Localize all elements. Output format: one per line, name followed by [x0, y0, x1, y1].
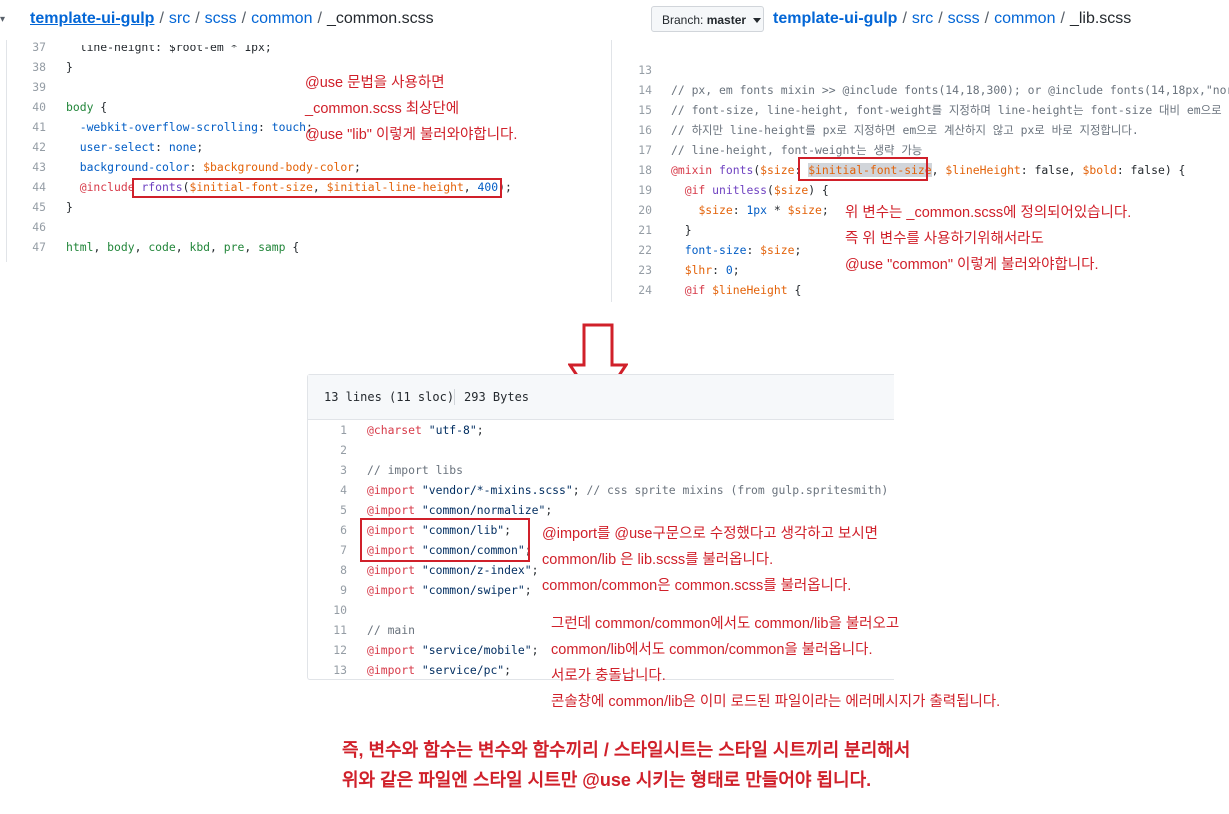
line-number: 11 [333, 623, 347, 637]
code-line: @import "common/normalize"; [367, 503, 553, 517]
highlight-box-initial-font-size [798, 157, 928, 181]
path-src-right[interactable]: src [912, 10, 933, 27]
annotation-use-common: 위 변수는 _common.scss에 정의되어있습니다. 즉 위 변수를 사용… [845, 205, 1132, 273]
line-number: 41 [32, 120, 46, 134]
line-number: 21 [638, 223, 652, 237]
code-line: @mixin fonts($size: $initial-font-size, … [671, 163, 1186, 177]
line-number: 13 [333, 663, 347, 677]
line-number: 14 [638, 83, 652, 97]
line-number: 22 [638, 243, 652, 257]
line-number: 7 [340, 543, 347, 557]
path-common-right[interactable]: common [994, 10, 1055, 27]
code-line: line-height: $root-em * 1px; [66, 40, 272, 54]
code-line: } [66, 60, 73, 74]
code-line: font-size: $size; [684, 243, 802, 257]
code-line: // 하지만 line-height를 px로 지정하면 em으로 계산하지 않… [671, 123, 1139, 137]
file-size: 293 Bytes [464, 390, 530, 404]
code-line: @import "service/pc"; [367, 663, 512, 677]
annotation-use-lib: @use 문법을 사용하면 _common.scss 최상단에 @use "li… [305, 75, 518, 143]
line-number: 4 [340, 483, 347, 497]
code-line: user-select: none; [79, 140, 204, 154]
line-number: 46 [32, 220, 46, 234]
code-line: @if $lineHeight { [684, 283, 802, 297]
path-common-left[interactable]: common [251, 10, 312, 27]
code-line: @import "service/mobile"; [367, 643, 539, 657]
line-number: 38 [32, 60, 46, 74]
file-name-left: _common.scss [326, 10, 434, 27]
file-lines-count: 13 lines (11 sloc) [324, 390, 455, 404]
highlight-box-imports [360, 518, 530, 562]
line-number: 6 [340, 523, 347, 537]
code-line: html, body, code, kbd, pre, samp { [66, 240, 300, 254]
left-panel-border [6, 40, 7, 262]
annotation-import-to-use: @import를 @use구문으로 수정했다고 생각하고 보시면 common/… [542, 526, 878, 594]
panel-divider [611, 40, 612, 302]
line-number: 44 [32, 180, 46, 194]
line-number: 47 [32, 240, 46, 254]
file-name-right: _lib.scss [1069, 10, 1132, 27]
code-line: // import libs [367, 463, 464, 477]
code-line: @import "vendor/*-mixins.scss"; // css s… [367, 483, 889, 497]
line-number: 19 [638, 183, 652, 197]
line-number: 20 [638, 203, 652, 217]
highlight-box-rfonts [132, 178, 502, 198]
breadcrumb-left: template-ui-gulp / src / scss / common / _common… [30, 10, 434, 27]
code-line: } [66, 200, 73, 214]
code-line: // font-size, line-height, font-weight를 … [671, 103, 1229, 117]
code-line: $size: 1px * $size; [698, 203, 829, 217]
line-number: 5 [340, 503, 347, 517]
path-scss-right[interactable]: scss [948, 10, 980, 27]
line-number: 1 [340, 423, 347, 437]
repo-link-right[interactable]: template-ui-gulp [773, 10, 897, 27]
line-number: 13 [638, 63, 652, 77]
branch-label: Branch: [662, 13, 704, 27]
code-line: @charset "utf-8"; [367, 423, 484, 437]
code-line: $lhr: 0; [684, 263, 740, 277]
code-line: // main [367, 623, 416, 637]
header-divider [454, 389, 455, 405]
caret-down-icon [753, 18, 762, 24]
line-number: 42 [32, 140, 46, 154]
annotation-conflict: 그런데 common/common에서도 common/lib을 불러오고 co… [551, 616, 1001, 710]
line-number: 10 [333, 603, 347, 617]
line-number: 8 [340, 563, 347, 577]
code-line: @import "common/z-index"; [367, 563, 539, 577]
code-line-cut: ___ __________ ________ _________ [671, 41, 918, 55]
line-number: 45 [32, 200, 46, 214]
line-number: 18 [638, 163, 652, 177]
repo-link-left[interactable]: template-ui-gulp [30, 10, 154, 27]
line-number: 39 [32, 80, 46, 94]
code-line: @import "common/swiper"; [367, 583, 532, 597]
code-line: body { [66, 100, 108, 114]
path-scss-left[interactable]: scss [205, 10, 237, 27]
conclusion-text: 즉, 변수와 함수는 변수와 함수끼리 / 스타일시트는 스타일 시트끼리 분리… [342, 740, 911, 790]
branch-select-button[interactable]: Branch: master [651, 6, 764, 32]
code-line: background-color: $background-body-color… [79, 160, 361, 174]
file-info-header: 13 lines (11 sloc) 293 Bytes [308, 375, 894, 420]
line-number: 15 [638, 103, 652, 117]
line-number: 3 [340, 463, 347, 477]
line-number: 12 [333, 643, 347, 657]
line-number: 16 [638, 123, 652, 137]
code-line: } [671, 223, 692, 237]
code-line: // px, em fonts mixin >> @include fonts(… [671, 83, 1229, 97]
line-number: 43 [32, 160, 46, 174]
line-number: 24 [638, 283, 652, 297]
line-number: 17 [638, 143, 652, 157]
code-line: -webkit-overflow-scrolling: touch; [79, 120, 313, 134]
line-number: 37 [32, 40, 46, 54]
line-number: 40 [32, 100, 46, 114]
code-line: @if unitless($size) { [684, 183, 829, 197]
branch-value: master [706, 13, 747, 27]
collapse-caret-icon[interactable]: ▾ [0, 14, 5, 25]
line-number: 23 [638, 263, 652, 277]
breadcrumb-right: template-ui-gulp / src / scss / common / _lib.sc… [773, 10, 1132, 27]
line-number: 9 [340, 583, 347, 597]
path-src-left[interactable]: src [169, 10, 190, 27]
line-number: 2 [340, 443, 347, 457]
